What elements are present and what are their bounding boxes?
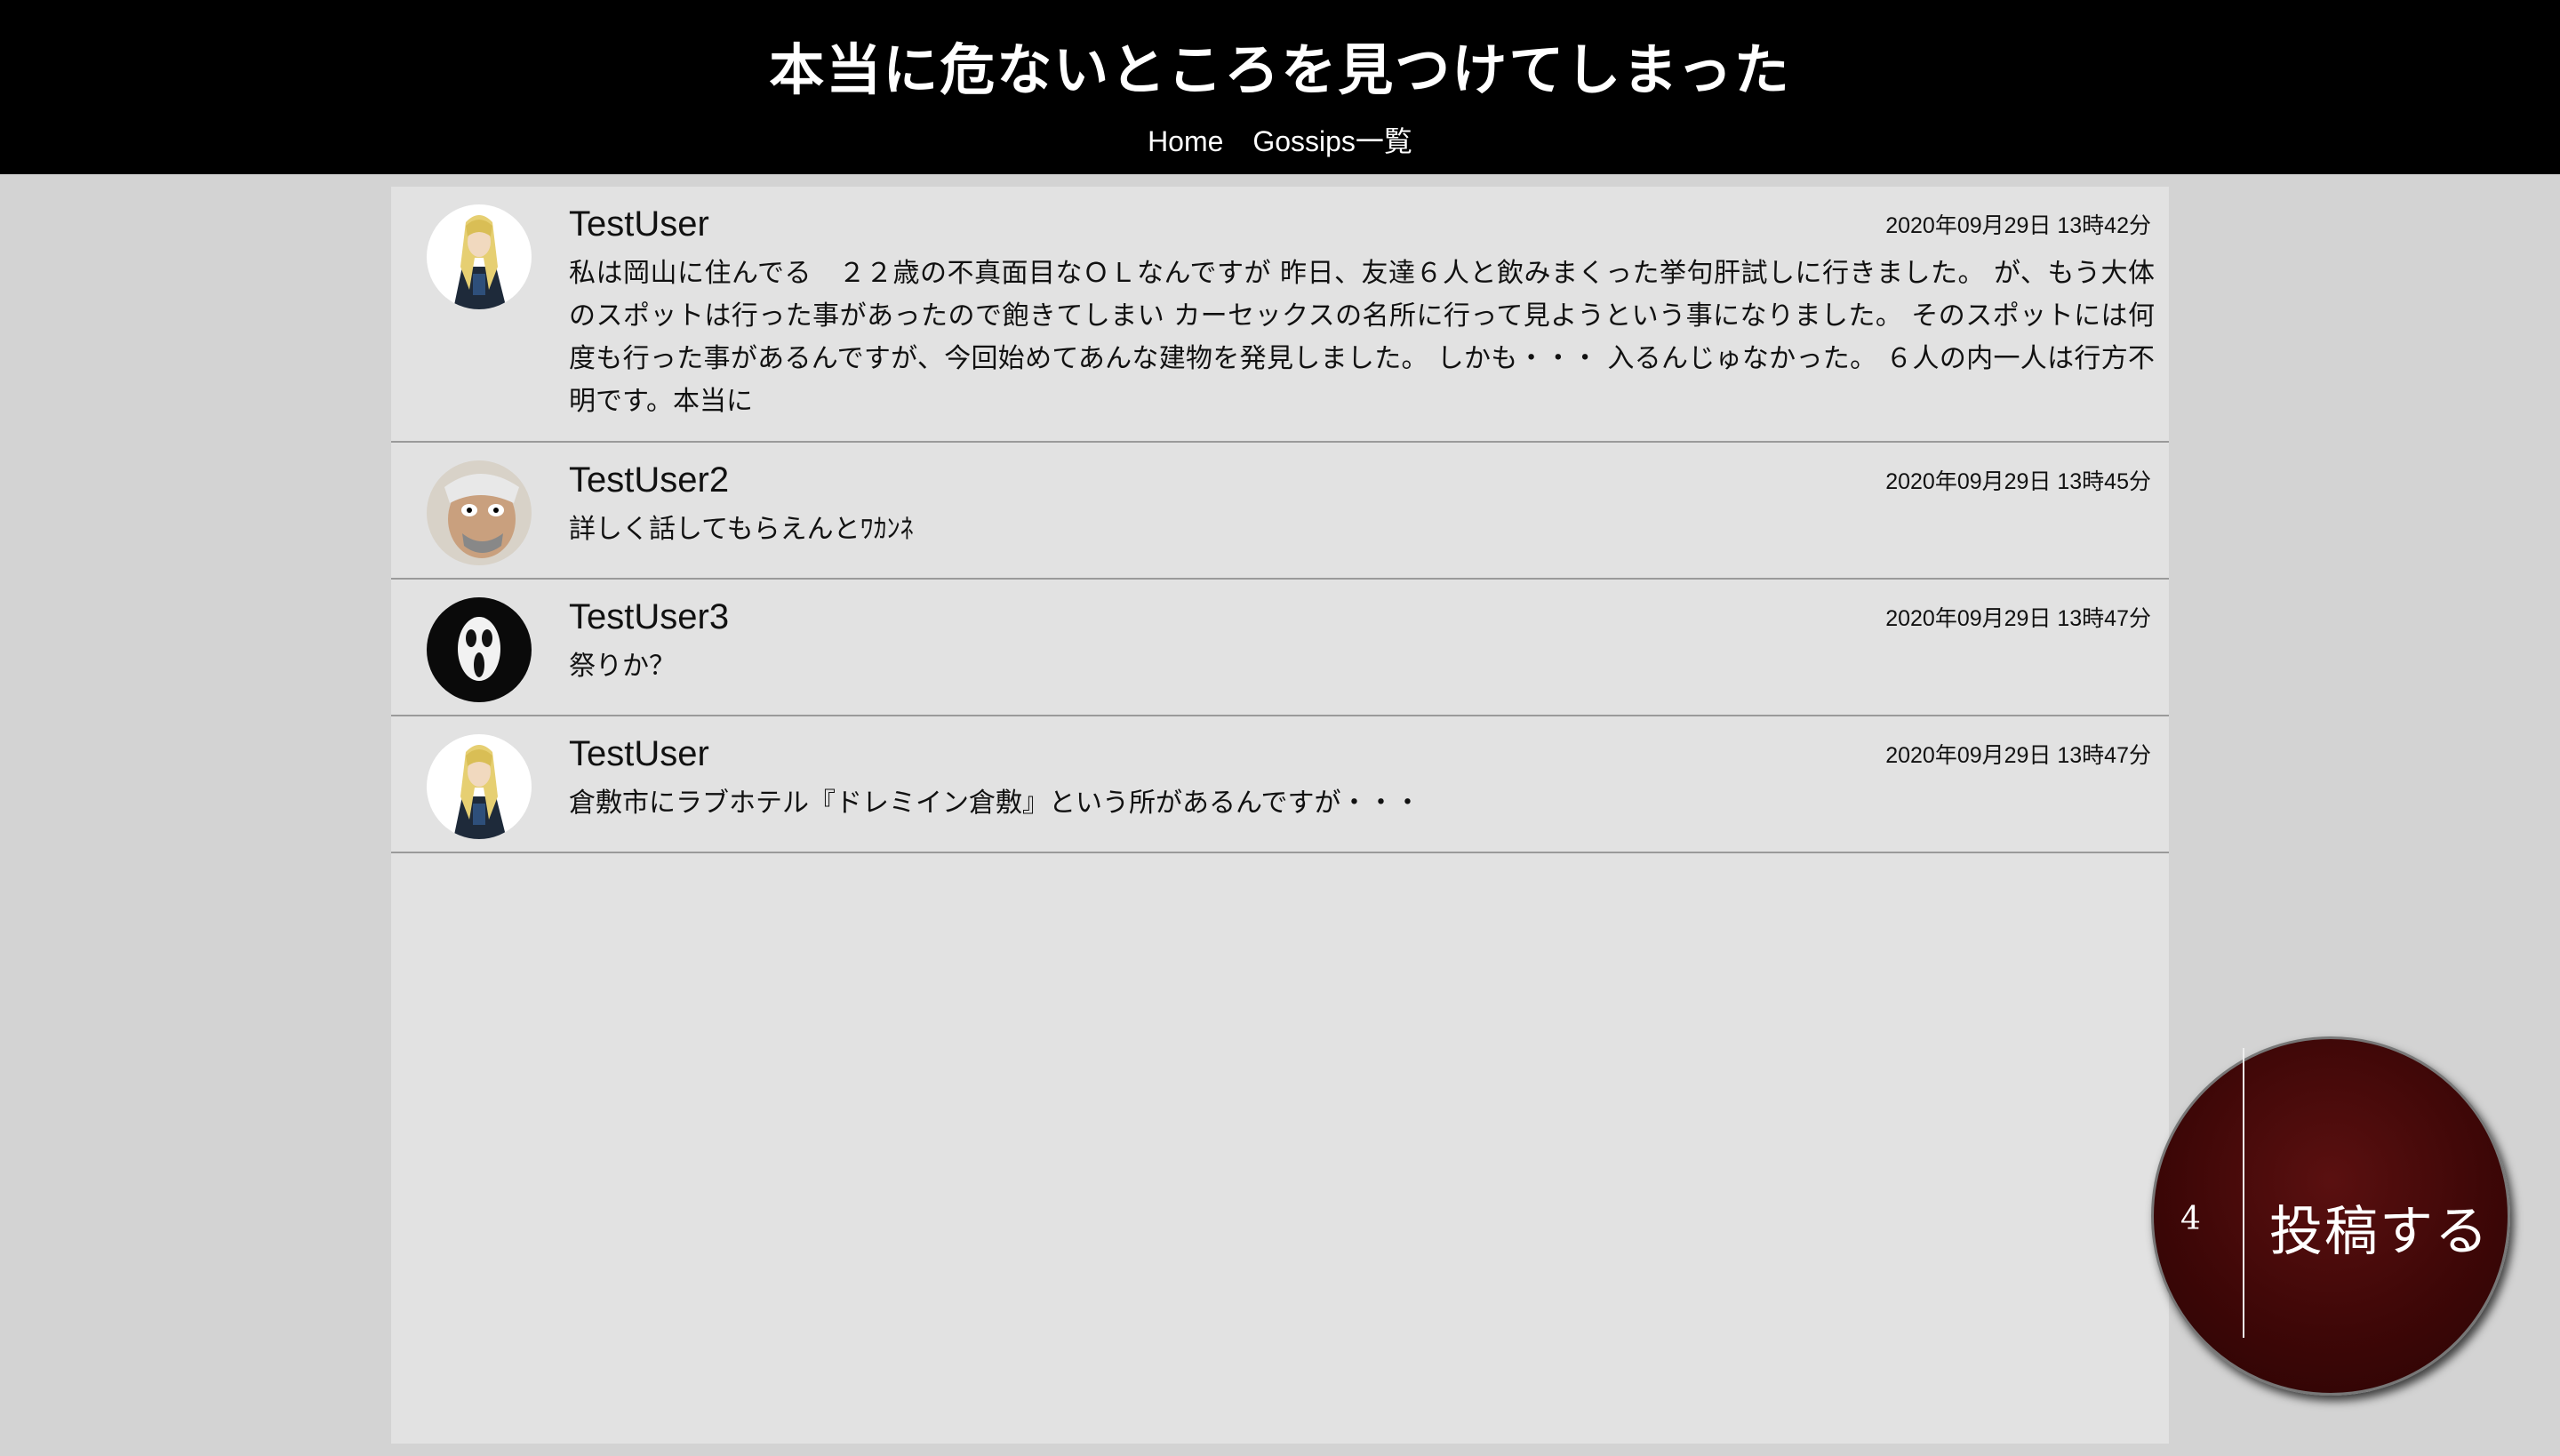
post-timestamp: 2020年09月29日 13時47分	[1885, 743, 2151, 768]
post-username[interactable]: TestUser	[569, 204, 709, 244]
blonde-character-avatar-icon	[427, 734, 532, 839]
post-body: 倉敷市にラブホテル『ドレミイン倉敷』という所があるんですが・・・	[569, 788, 1421, 819]
ghost-mask-avatar-icon	[427, 597, 532, 702]
post-count: 4	[2180, 1201, 2201, 1237]
user-avatar[interactable]	[427, 204, 532, 309]
nav-bar: Home Gossips一覧	[0, 119, 2560, 160]
post-username[interactable]: TestUser2	[569, 460, 729, 500]
site-title: 本当に危ないところを見つけてしまった	[769, 37, 1791, 102]
post-username[interactable]: TestUser3	[569, 597, 729, 637]
post-body: 祭りか？	[569, 651, 676, 682]
post-timestamp: 2020年09月29日 13時45分	[1885, 469, 2151, 494]
blonde-character-avatar-icon	[427, 204, 532, 309]
post-item[interactable]: TestUser 2020年09月29日 13時47分 倉敷市にラブホテル『ドレ…	[391, 716, 2169, 853]
post-list: TestUser 2020年09月29日 13時42分 私は岡山に住んでる ２２…	[391, 187, 2169, 1444]
post-timestamp: 2020年09月29日 13時42分	[1885, 213, 2151, 238]
post-button[interactable]: 4 投稿する	[2151, 1036, 2510, 1396]
user-avatar[interactable]	[427, 597, 532, 702]
post-timestamp: 2020年09月29日 13時47分	[1885, 606, 2151, 631]
nav-gossips-link[interactable]: Gossips一覧	[1252, 125, 1412, 157]
old-man-character-avatar-icon	[427, 460, 532, 565]
site-header: 本当に危ないところを見つけてしまった Home Gossips一覧	[0, 0, 2560, 174]
post-item[interactable]: TestUser2 2020年09月29日 13時45分 詳しく話してもらえんと…	[391, 443, 2169, 580]
post-username[interactable]: TestUser	[569, 734, 709, 774]
post-body: 私は岡山に住んでる ２２歳の不真面目なＯＬなんですが 昨日、友達６人と飲みまくっ…	[569, 258, 2155, 417]
post-item[interactable]: TestUser 2020年09月29日 13時42分 私は岡山に住んでる ２２…	[391, 187, 2169, 443]
user-avatar[interactable]	[427, 734, 532, 839]
post-body: 詳しく話してもらえんとﾜｶﾝﾈ	[569, 514, 914, 545]
fab-divider	[2243, 1048, 2244, 1338]
user-avatar[interactable]	[427, 460, 532, 565]
nav-home-link[interactable]: Home	[1148, 125, 1223, 157]
post-item[interactable]: TestUser3 2020年09月29日 13時47分 祭りか？	[391, 580, 2169, 716]
post-button-label: 投稿する	[2269, 1201, 2490, 1263]
